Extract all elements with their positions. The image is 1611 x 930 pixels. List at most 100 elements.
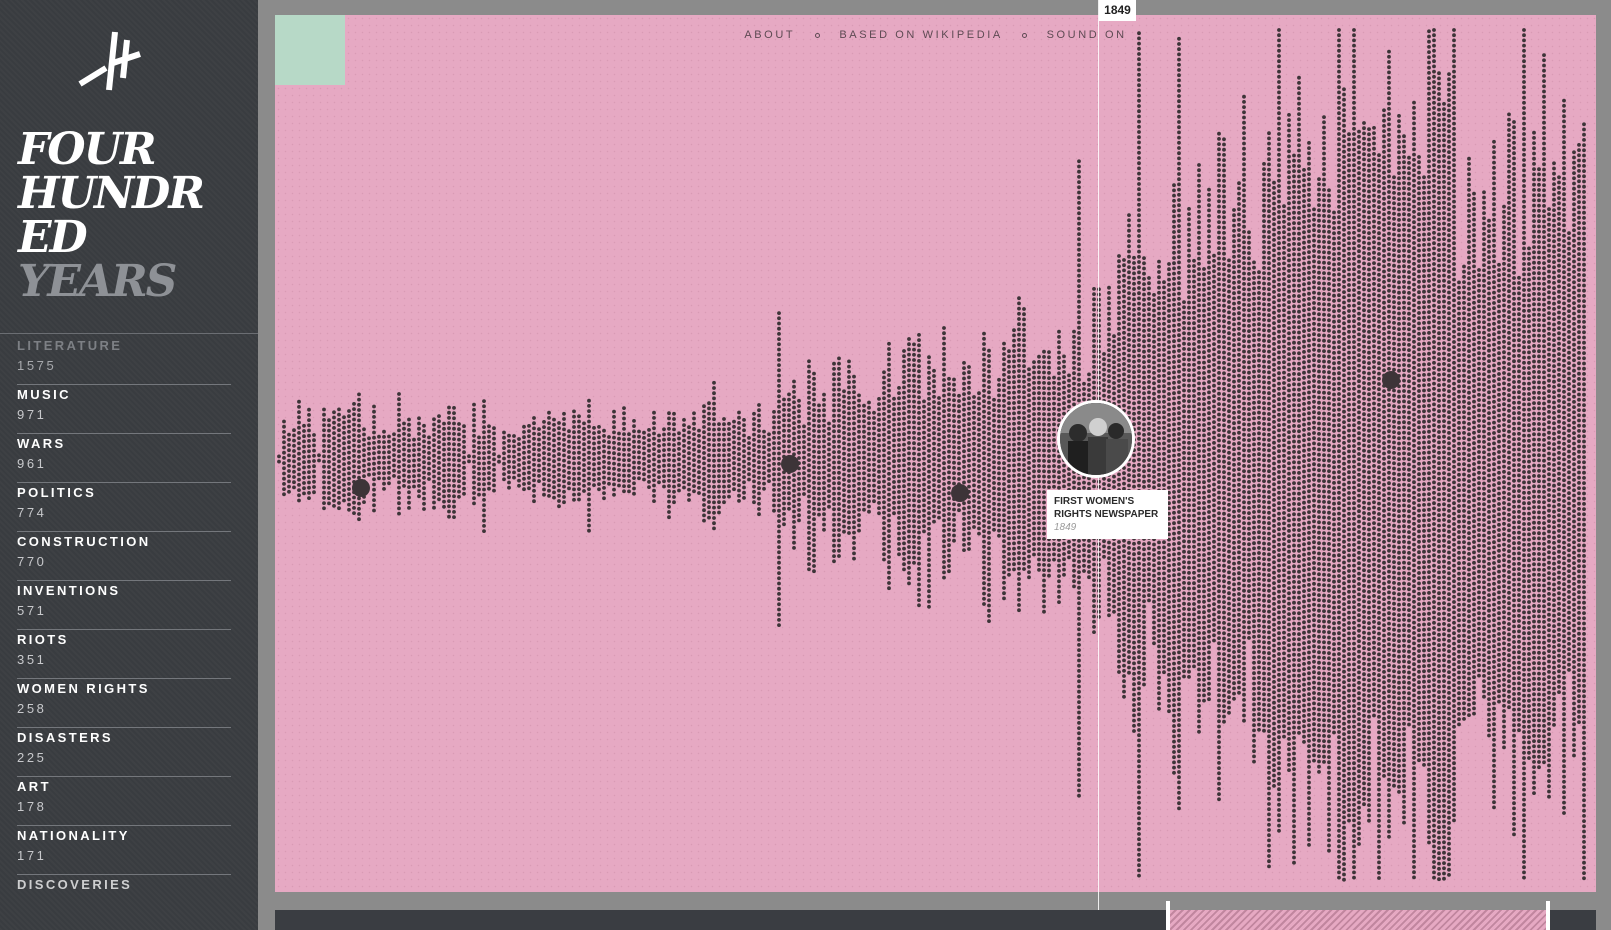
dot-column [1122, 258, 1126, 699]
dot-column [632, 419, 636, 496]
category-item-art[interactable]: ART 178 [17, 777, 231, 826]
dot-column [952, 377, 956, 543]
dot-column [337, 407, 341, 511]
dot-column [1537, 167, 1541, 770]
title-line-3: ED [18, 212, 88, 263]
category-item-riots[interactable]: RIOTS 351 [17, 630, 231, 679]
dot-column [892, 396, 896, 516]
dot-column [1322, 115, 1326, 764]
dot-column [412, 437, 416, 489]
dot-column [897, 386, 901, 557]
category-item-discoveries[interactable]: DISCOVERIES [17, 875, 231, 924]
dot-column [1427, 29, 1431, 845]
dot-column [562, 411, 566, 505]
dot-column [862, 403, 866, 512]
dot-column [1407, 155, 1411, 727]
dot-column [1257, 270, 1261, 732]
highlight-event-marker[interactable] [781, 455, 799, 473]
category-item-wars[interactable]: WARS 961 [17, 434, 231, 483]
dot-column [347, 409, 351, 512]
dot-column [277, 454, 281, 464]
dot-column [1457, 280, 1461, 727]
dot-column [1012, 328, 1016, 572]
dot-column [807, 359, 811, 572]
category-name: DISCOVERIES [17, 877, 133, 892]
dot-column [1027, 367, 1031, 580]
dot-column [1292, 153, 1296, 865]
dot-column [1197, 163, 1201, 734]
dot-column [1162, 280, 1166, 675]
dot-column [1402, 134, 1406, 825]
dot-column [1487, 218, 1491, 738]
dot-column [612, 409, 616, 497]
dot-column [377, 434, 381, 481]
dot-column [287, 432, 291, 494]
event-label[interactable]: FIRST WOMEN'S RIGHTS NEWSPAPER 1849 [1047, 490, 1168, 539]
dot-column [1222, 137, 1226, 724]
dot-column [1187, 207, 1191, 679]
category-item-politics[interactable]: POLITICS 774 [17, 483, 231, 532]
dot-column [367, 436, 371, 477]
timeline-range-selection[interactable] [1170, 910, 1548, 930]
dot-column [1562, 98, 1566, 815]
range-handle-left[interactable] [1166, 901, 1170, 930]
event-dot-waveform[interactable] [275, 15, 1596, 892]
category-list: LITERATURE 1575 MUSIC 971 WARS 961 POLIT… [17, 336, 231, 924]
dot-column [392, 432, 396, 478]
dot-column [422, 423, 426, 511]
event-thumbnail[interactable] [1057, 400, 1135, 478]
title-line-1: FOUR [18, 124, 157, 175]
dot-column [622, 406, 626, 494]
dot-column [842, 389, 846, 534]
dot-column [1332, 210, 1336, 735]
dot-column [1212, 253, 1216, 643]
dot-column [817, 403, 821, 517]
dot-column [697, 428, 701, 495]
dot-column [1182, 300, 1186, 679]
category-item-music[interactable]: MUSIC 971 [17, 385, 231, 434]
dot-column [1527, 246, 1531, 760]
highlight-event-marker[interactable] [1382, 371, 1400, 389]
visualization-canvas[interactable]: ABOUT BASED ON WIKIPEDIA SOUND ON [275, 15, 1596, 892]
dot-column [1047, 350, 1051, 578]
dot-column [667, 411, 671, 520]
dot-column [1237, 181, 1241, 695]
dot-column [1007, 349, 1011, 577]
dot-column [677, 431, 681, 493]
dot-column [1207, 187, 1211, 702]
range-handle-right[interactable] [1546, 901, 1550, 930]
dot-column [1307, 141, 1311, 847]
category-item-nationality[interactable]: NATIONALITY 171 [17, 826, 231, 875]
dot-column [537, 427, 541, 483]
category-count: 571 [17, 603, 47, 618]
dot-column [707, 401, 711, 520]
dot-column [512, 434, 516, 480]
dot-column [972, 395, 976, 529]
dot-column [942, 326, 946, 580]
dot-column [517, 437, 521, 488]
dot-column [822, 392, 826, 532]
category-name: LITERATURE [17, 338, 123, 353]
dot-column [397, 392, 401, 516]
dot-column [597, 425, 601, 492]
category-item-literature[interactable]: LITERATURE 1575 [17, 336, 231, 385]
dot-column [1347, 132, 1351, 823]
category-name: POLITICS [17, 485, 97, 500]
dot-column [652, 410, 656, 503]
dot-column [847, 359, 851, 535]
category-item-women-rights[interactable]: WOMEN RIGHTS 258 [17, 679, 231, 728]
dot-column [1372, 126, 1376, 718]
dot-column [777, 311, 781, 627]
category-count: 774 [17, 505, 47, 520]
dot-column [852, 374, 856, 561]
dot-column [747, 436, 751, 482]
highlight-event-marker[interactable] [951, 484, 969, 502]
category-item-inventions[interactable]: INVENTIONS 571 [17, 581, 231, 630]
category-item-construction[interactable]: CONSTRUCTION 770 [17, 532, 231, 581]
dot-column [1267, 131, 1271, 869]
category-item-disasters[interactable]: DISASTERS 225 [17, 728, 231, 777]
site-logo-icon[interactable] [78, 30, 142, 92]
event-title: FIRST WOMEN'S RIGHTS NEWSPAPER [1054, 496, 1159, 520]
dot-column [1467, 156, 1471, 717]
highlight-event-marker[interactable] [352, 479, 370, 497]
